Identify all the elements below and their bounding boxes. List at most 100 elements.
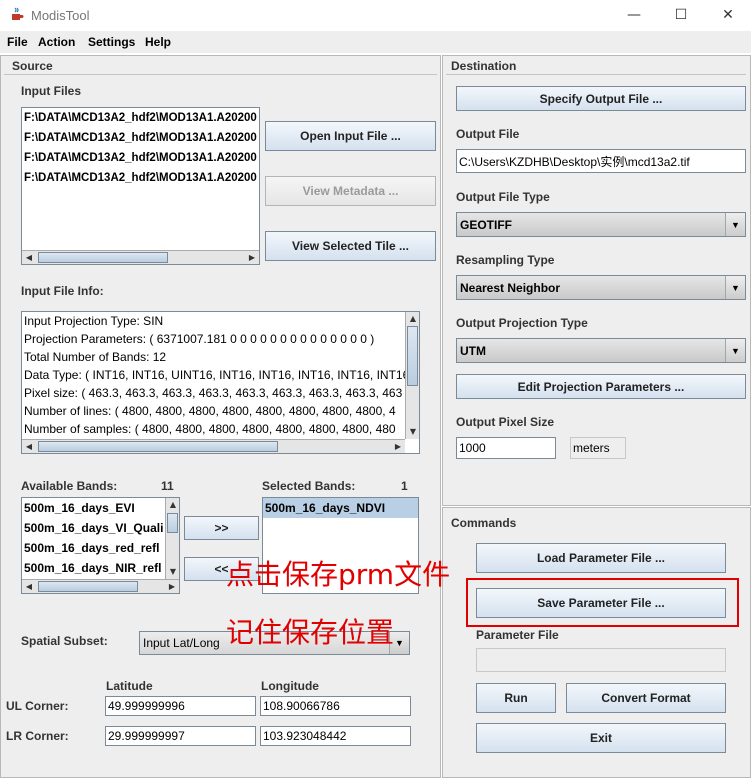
lr-latitude-field[interactable]: 29.999999997 [105,726,256,746]
list-item[interactable]: 500m_16_days_NIR_refl [22,558,179,578]
output-projection-label: Output Projection Type [456,316,588,330]
parameter-file-label: Parameter File [476,628,559,642]
vertical-scrollbar[interactable]: ▲ ▼ [165,498,179,579]
scroll-up-icon[interactable]: ▲ [166,498,179,512]
convert-format-button[interactable]: Convert Format [566,683,726,713]
scroll-thumb[interactable] [38,252,168,263]
horizontal-scrollbar[interactable]: ◀ ▶ [22,579,179,593]
output-projection-dropdown[interactable]: UTM ▼ [456,338,746,363]
window-title: ModisTool [31,8,90,23]
open-input-file-button[interactable]: Open Input File ... [265,121,436,151]
scroll-up-icon[interactable]: ▲ [406,312,419,326]
parameter-file-field[interactable] [476,648,726,672]
info-line: Number of lines: ( 4800, 4800, 4800, 480… [24,404,396,418]
menu-settings[interactable]: Settings [88,35,135,49]
latitude-label: Latitude [106,679,153,693]
resampling-type-value: Nearest Neighbor [460,280,561,295]
exit-button[interactable]: Exit [476,723,726,753]
spatial-subset-label: Spatial Subset: [21,634,108,648]
resampling-type-label: Resampling Type [456,253,555,267]
available-bands-count: 11 [161,479,174,493]
output-file-type-dropdown[interactable]: GEOTIFF ▼ [456,212,746,237]
lr-longitude-field[interactable]: 103.923048442 [260,726,411,746]
input-files-label: Input Files [21,84,81,98]
close-button[interactable]: ✕ [705,0,751,31]
output-file-type-value: GEOTIFF [460,217,512,232]
java-app-icon [12,7,24,20]
info-line: Pixel size: ( 463.3, 463.3, 463.3, 463.3… [24,386,403,400]
info-line: Number of samples: ( 4800, 4800, 4800, 4… [24,422,396,436]
scroll-right-icon[interactable]: ▶ [391,440,405,453]
annotation-remember-location: 记住保存位置 [226,616,395,649]
specify-output-file-button[interactable]: Specify Output File ... [456,86,746,111]
scroll-thumb[interactable] [38,441,278,452]
menu-help[interactable]: Help [145,35,171,49]
scroll-thumb[interactable] [38,581,138,592]
horizontal-scrollbar[interactable]: ◀ ▶ [22,250,259,264]
annotation-save-prm: 点击保存prm文件 [226,558,451,591]
run-button[interactable]: Run [476,683,556,713]
scroll-left-icon[interactable]: ◀ [22,251,36,264]
horizontal-scrollbar[interactable]: ◀ ▶ [22,439,405,453]
info-line: Data Type: ( INT16, INT16, UINT16, INT16… [24,368,405,382]
info-line: Input Projection Type: SIN [24,314,164,328]
list-item[interactable]: 500m_16_days_red_refl [22,538,179,558]
divider [4,74,437,75]
output-projection-value: UTM [460,343,486,358]
list-item[interactable]: 500m_16_days_EVI [22,498,179,518]
load-parameter-file-button[interactable]: Load Parameter File ... [476,543,726,573]
scroll-left-icon[interactable]: ◀ [22,440,36,453]
list-item[interactable]: F:\DATA\MCD13A2_hdf2\MOD13A1.A20200 [22,148,259,168]
selected-bands-count: 1 [401,479,408,493]
destination-header: Destination [451,59,517,73]
ul-latitude-field[interactable]: 49.999999996 [105,696,256,716]
chevron-down-icon[interactable]: ▼ [725,213,745,236]
available-bands-label: Available Bands: [21,479,118,493]
maximize-button[interactable]: ☐ [658,0,704,31]
vertical-scrollbar[interactable]: ▲ ▼ [405,312,419,439]
pixel-unit-label: meters [570,437,626,459]
output-file-type-label: Output File Type [456,190,550,204]
list-item[interactable]: 500m_16_days_NDVI [263,498,418,518]
add-band-button[interactable]: >> [184,516,259,540]
spatial-subset-value: Input Lat/Long [143,636,220,650]
scroll-down-icon[interactable]: ▼ [406,425,419,439]
info-line: Total Number of Bands: 12 [24,350,167,364]
view-selected-tile-button[interactable]: View Selected Tile ... [265,231,436,261]
resampling-type-dropdown[interactable]: Nearest Neighbor ▼ [456,275,746,300]
selected-bands-label: Selected Bands: [262,479,356,493]
scroll-down-icon[interactable]: ▼ [166,565,179,579]
scroll-left-icon[interactable]: ◀ [22,580,36,593]
available-bands-list[interactable]: 500m_16_days_EVI 500m_16_days_VI_Quali 5… [21,497,180,594]
menu-file[interactable]: File [7,35,28,49]
ul-longitude-field[interactable]: 108.90066786 [260,696,411,716]
scroll-thumb[interactable] [407,326,418,386]
commands-header: Commands [451,516,517,530]
scroll-right-icon[interactable]: ▶ [165,580,179,593]
list-item[interactable]: F:\DATA\MCD13A2_hdf2\MOD13A1.A20200 [22,168,259,188]
source-header: Source [12,59,53,73]
list-item[interactable]: F:\DATA\MCD13A2_hdf2\MOD13A1.A20200 [22,128,259,148]
input-files-list[interactable]: F:\DATA\MCD13A2_hdf2\MOD13A1.A20200 F:\D… [21,107,260,265]
scroll-right-icon[interactable]: ▶ [245,251,259,264]
scroll-thumb[interactable] [167,513,178,533]
output-file-label: Output File [456,127,520,141]
info-line: Projection Parameters: ( 6371007.181 0 0… [24,332,375,346]
longitude-label: Longitude [261,679,319,693]
edit-projection-parameters-button[interactable]: Edit Projection Parameters ... [456,374,746,399]
lr-corner-label: LR Corner: [6,729,69,743]
minimize-button[interactable]: — [611,0,657,31]
view-metadata-button[interactable]: View Metadata ... [265,176,436,206]
list-item[interactable]: F:\DATA\MCD13A2_hdf2\MOD13A1.A20200 [22,108,259,128]
highlight-box [466,578,739,627]
input-file-info-label: Input File Info: [21,284,104,298]
output-pixel-size-field[interactable]: 1000 [456,437,556,459]
output-pixel-size-label: Output Pixel Size [456,415,555,429]
chevron-down-icon[interactable]: ▼ [725,276,745,299]
chevron-down-icon[interactable]: ▼ [725,339,745,362]
ul-corner-label: UL Corner: [6,699,69,713]
menu-action[interactable]: Action [38,35,75,49]
list-item[interactable]: 500m_16_days_VI_Quali [22,518,179,538]
output-file-field[interactable]: C:\Users\KZDHB\Desktop\实例\mcd13a2.tif [456,149,746,173]
input-file-info-text[interactable]: Input Projection Type: SIN Projection Pa… [21,311,420,454]
